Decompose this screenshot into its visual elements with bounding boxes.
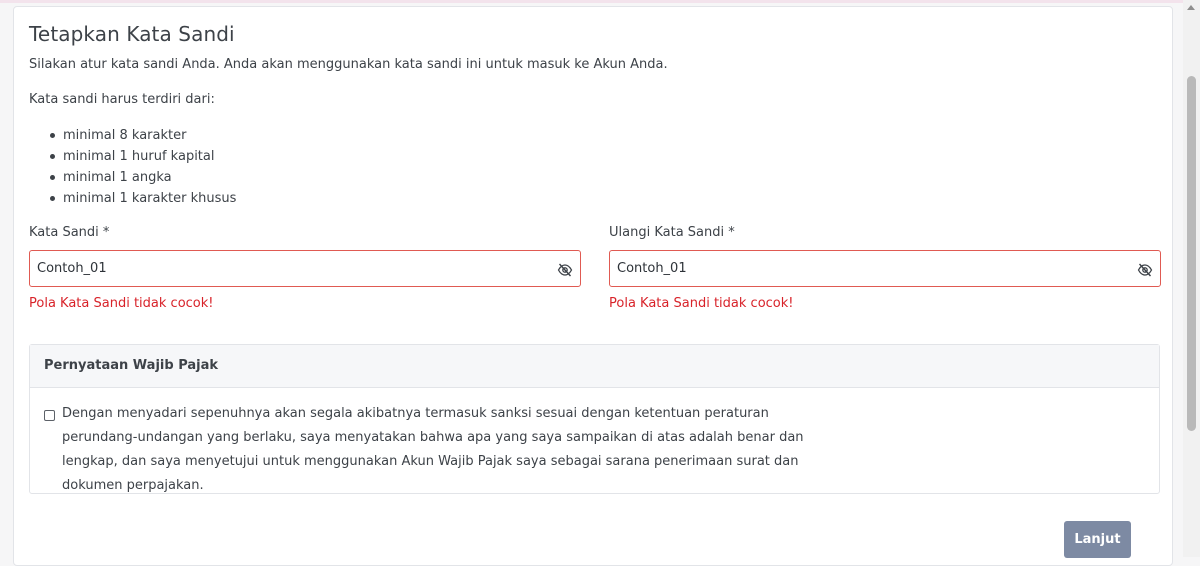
statement-text: Dengan menyadari sepenuhnya akan segala … [62,406,804,493]
password-input[interactable]: Contoh_01 [29,250,581,287]
requirement-item: minimal 8 karakter [29,125,236,146]
confirm-password-value: Contoh_01 [617,261,687,276]
password-error: Pola Kata Sandi tidak cocok! [29,296,214,311]
requirements-intro: Kata sandi harus terdiri dari: [29,92,215,107]
eye-slash-icon[interactable] [557,262,573,277]
scrollbar-thumb[interactable] [1187,76,1196,431]
password-label: Kata Sandi * [29,225,110,240]
page-title: Tetapkan Kata Sandi [29,22,235,46]
requirement-item: minimal 1 karakter khusus [29,188,236,209]
statement-title: Pernyataan Wajib Pajak [30,345,1159,388]
top-accent-strip [0,0,1200,3]
confirm-password-input[interactable]: Contoh_01 [609,250,1161,287]
set-password-card: Tetapkan Kata Sandi Silakan atur kata sa… [13,6,1173,566]
vertical-scrollbar[interactable] [1183,0,1200,557]
statement-body: Dengan menyadari sepenuhnya akan segala … [30,388,1159,498]
requirements-list: minimal 8 karakter minimal 1 huruf kapit… [29,125,236,209]
statement-checkbox[interactable] [44,410,55,421]
eye-slash-icon[interactable] [1137,262,1153,277]
requirement-item: minimal 1 angka [29,167,236,188]
password-value: Contoh_01 [37,261,107,276]
confirm-password-error: Pola Kata Sandi tidak cocok! [609,296,794,311]
scroll-up-arrow-icon[interactable] [1187,5,1195,10]
page-subtitle: Silakan atur kata sandi Anda. Anda akan … [29,57,668,72]
taxpayer-statement-panel: Pernyataan Wajib Pajak Dengan menyadari … [29,344,1160,494]
next-button[interactable]: Lanjut [1064,521,1131,558]
requirement-item: minimal 1 huruf kapital [29,146,236,167]
confirm-password-label: Ulangi Kata Sandi * [609,225,735,240]
